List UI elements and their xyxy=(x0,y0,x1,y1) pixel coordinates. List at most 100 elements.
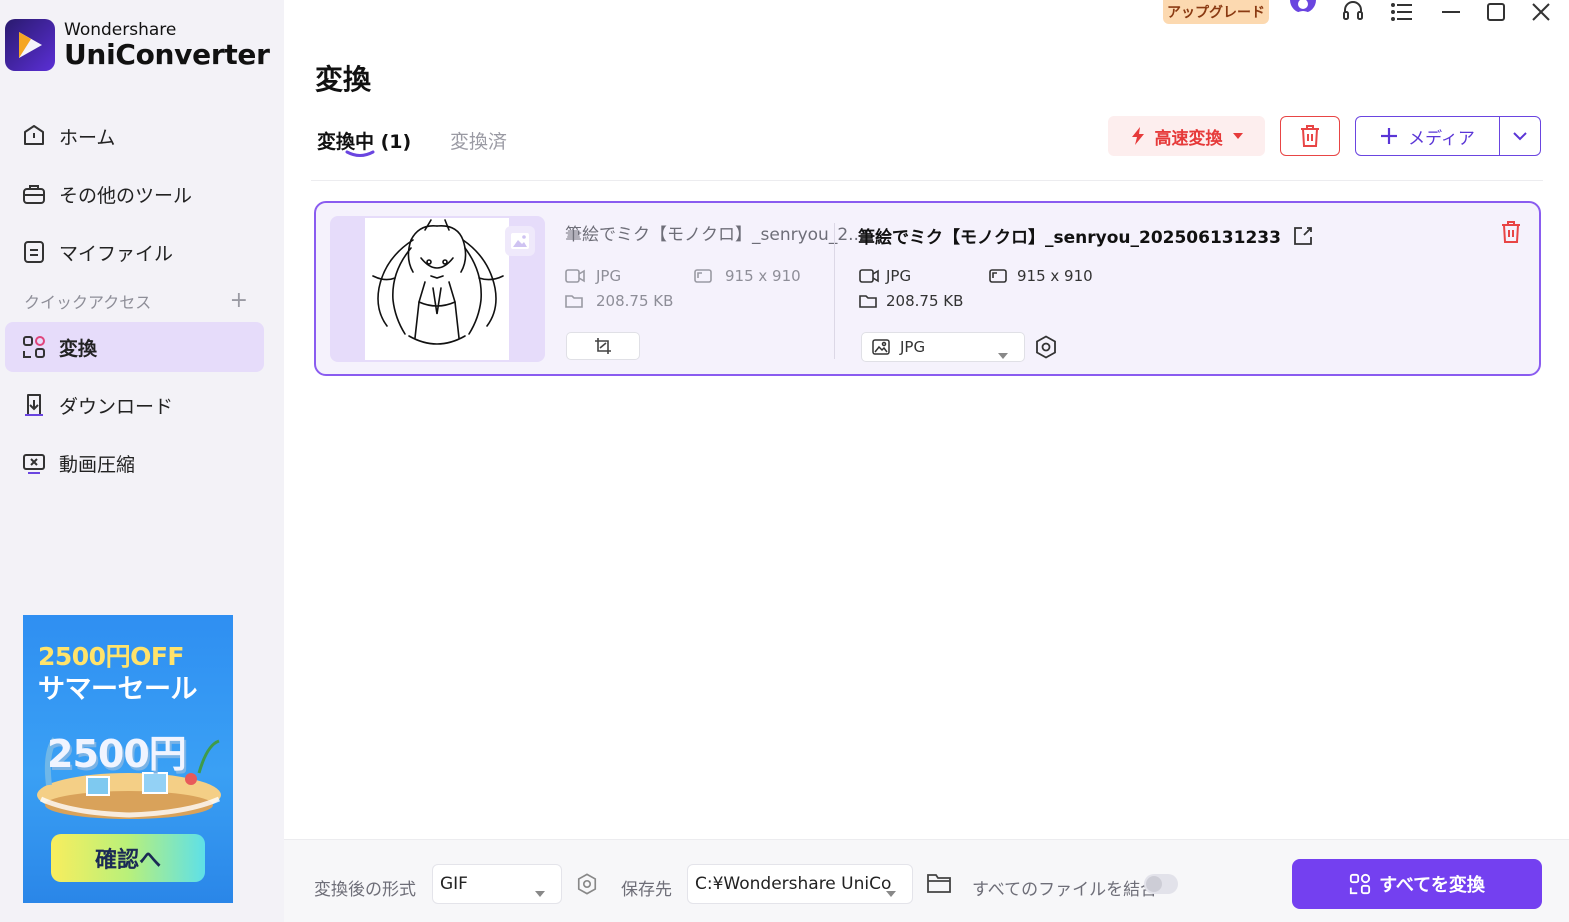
output-format-value: JPG xyxy=(886,267,912,285)
folder-icon xyxy=(859,293,879,309)
sidebar: Wondershare UniConverter ホーム その他のツール マイフ… xyxy=(0,0,284,922)
video-camera-icon xyxy=(859,268,879,284)
trash-icon xyxy=(1300,125,1320,147)
caret-down-icon xyxy=(886,882,896,902)
save-location-label: 保存先 xyxy=(621,880,672,900)
source-size-value: 208.75 KB xyxy=(596,292,674,310)
output-format-dropdown[interactable]: GIF xyxy=(432,864,562,904)
delete-all-button[interactable] xyxy=(1280,116,1340,156)
save-location-value: C:¥Wondershare UniCo xyxy=(695,874,892,894)
sidebar-item-compress[interactable]: 動画圧縮 xyxy=(5,438,264,488)
tab-converted[interactable]: 変換済 xyxy=(450,127,507,154)
sidebar-item-label: マイファイル xyxy=(59,242,174,265)
folder-icon xyxy=(565,293,585,309)
card-divider xyxy=(834,223,835,359)
add-media-label: メディア xyxy=(1408,128,1475,149)
minimize-icon[interactable] xyxy=(1436,0,1466,24)
merge-files-toggle[interactable] xyxy=(1144,874,1178,894)
output-resolution: 915 x 910 xyxy=(989,267,1093,285)
sidebar-item-label: ホーム xyxy=(59,126,116,149)
video-camera-icon xyxy=(565,268,585,284)
convert-icon xyxy=(1350,873,1371,895)
support-headset-icon[interactable] xyxy=(1338,0,1368,24)
output-file-name-value: 筆絵でミク【モノクロ】_senryou_202506131233 xyxy=(858,228,1281,248)
quick-access-label: クイックアクセス xyxy=(24,293,152,312)
brand-sub: Wondershare xyxy=(64,19,177,40)
output-format-select[interactable]: JPG xyxy=(861,332,1025,362)
caret-down-icon xyxy=(535,882,545,902)
toolbox-icon xyxy=(22,182,46,206)
download-icon xyxy=(22,393,46,417)
account-avatar-icon[interactable] xyxy=(1287,0,1319,24)
menu-icon[interactable] xyxy=(1387,0,1417,24)
source-file-name: 筆絵でミク【モノクロ】_senryou_2... xyxy=(565,225,865,245)
output-size: 208.75 KB xyxy=(859,292,963,310)
page-title: 変換 xyxy=(315,63,372,96)
caret-down-icon xyxy=(998,345,1008,363)
brand-main: UniConverter xyxy=(64,37,270,71)
output-resolution-value: 915 x 910 xyxy=(1017,267,1093,285)
sidebar-item-label: 変換 xyxy=(59,337,98,360)
fast-convert-button[interactable]: 高速変換 xyxy=(1108,116,1265,156)
output-format-dropdown-value: GIF xyxy=(440,874,468,894)
remove-file-trash-icon[interactable] xyxy=(1501,221,1521,247)
sidebar-item-download[interactable]: ダウンロード xyxy=(5,380,264,430)
convert-all-button[interactable]: すべてを変換 xyxy=(1292,859,1542,909)
plus-icon xyxy=(1380,127,1398,145)
sidebar-item-tools[interactable]: その他のツール xyxy=(5,169,264,219)
output-format-select-value: JPG xyxy=(900,338,926,356)
thumbnail-image xyxy=(365,218,509,360)
quick-access-add-button[interactable]: + xyxy=(230,290,248,312)
settings-icon[interactable] xyxy=(1034,335,1058,363)
promo-banner[interactable]: 2500円OFF サマーセール 2500円 確認へ xyxy=(23,615,233,903)
add-media-main[interactable]: メディア xyxy=(1356,117,1500,155)
sidebar-item-label: 動画圧縮 xyxy=(59,453,136,476)
crop-icon xyxy=(594,337,612,355)
image-icon xyxy=(872,339,890,355)
save-location-dropdown[interactable]: C:¥Wondershare UniCo xyxy=(687,864,913,904)
merge-files-label: すべてのファイルを結合 xyxy=(972,880,1158,900)
sidebar-item-label: その他のツール xyxy=(59,184,193,207)
sidebar-item-myfiles[interactable]: マイファイル xyxy=(5,227,264,277)
edit-icon[interactable] xyxy=(1293,226,1313,246)
sidebar-item-home[interactable]: ホーム xyxy=(5,111,264,161)
promo-sale-title: サマーセール xyxy=(38,674,198,705)
output-format-label: 変換後の形式 xyxy=(314,880,416,900)
fast-convert-label: 高速変換 xyxy=(1154,128,1223,149)
convert-icon xyxy=(22,335,46,359)
file-thumbnail[interactable] xyxy=(330,216,545,362)
sidebar-item-convert[interactable]: 変換 xyxy=(5,322,264,372)
chevron-down-icon xyxy=(1513,131,1527,141)
tab-active-indicator xyxy=(345,150,375,157)
open-folder-icon[interactable] xyxy=(927,873,951,893)
caret-down-icon xyxy=(1232,133,1243,139)
home-icon xyxy=(22,124,46,148)
lightning-icon xyxy=(1131,127,1145,145)
image-type-badge-icon xyxy=(505,226,535,256)
convert-all-label: すべてを変換 xyxy=(1379,875,1485,896)
crop-button[interactable] xyxy=(566,332,640,360)
resolution-icon xyxy=(989,268,1009,284)
file-icon xyxy=(22,240,46,264)
source-format-value: JPG xyxy=(596,267,622,285)
uniconverter-logo-icon xyxy=(5,19,55,71)
quick-access: クイックアクセス + xyxy=(24,289,248,313)
header-divider xyxy=(311,180,1543,181)
output-format: JPG xyxy=(859,267,911,285)
brand: Wondershare UniConverter xyxy=(5,19,270,71)
sidebar-item-label: ダウンロード xyxy=(59,395,174,418)
maximize-icon[interactable] xyxy=(1481,0,1511,24)
close-icon[interactable] xyxy=(1526,0,1556,24)
resolution-icon xyxy=(694,268,714,284)
format-settings-icon[interactable] xyxy=(576,873,598,895)
promo-confirm-button[interactable]: 確認へ xyxy=(51,834,205,882)
output-file-name: 筆絵でミク【モノクロ】_senryou_202506131233 xyxy=(858,223,1313,248)
add-media-button[interactable]: メディア xyxy=(1355,116,1541,156)
source-size: 208.75 KB xyxy=(565,292,673,310)
promo-amount: 2500円 xyxy=(47,732,187,776)
file-card[interactable]: 筆絵でミク【モノクロ】_senryou_2... JPG 915 x 910 2… xyxy=(314,201,1541,376)
upgrade-button[interactable]: アップグレード xyxy=(1163,0,1269,24)
bottom-bar: 変換後の形式 GIF 保存先 C:¥Wondershare UniCo すべての… xyxy=(284,839,1569,922)
add-media-dropdown[interactable] xyxy=(1500,117,1540,155)
source-resolution: 915 x 910 xyxy=(694,267,801,285)
